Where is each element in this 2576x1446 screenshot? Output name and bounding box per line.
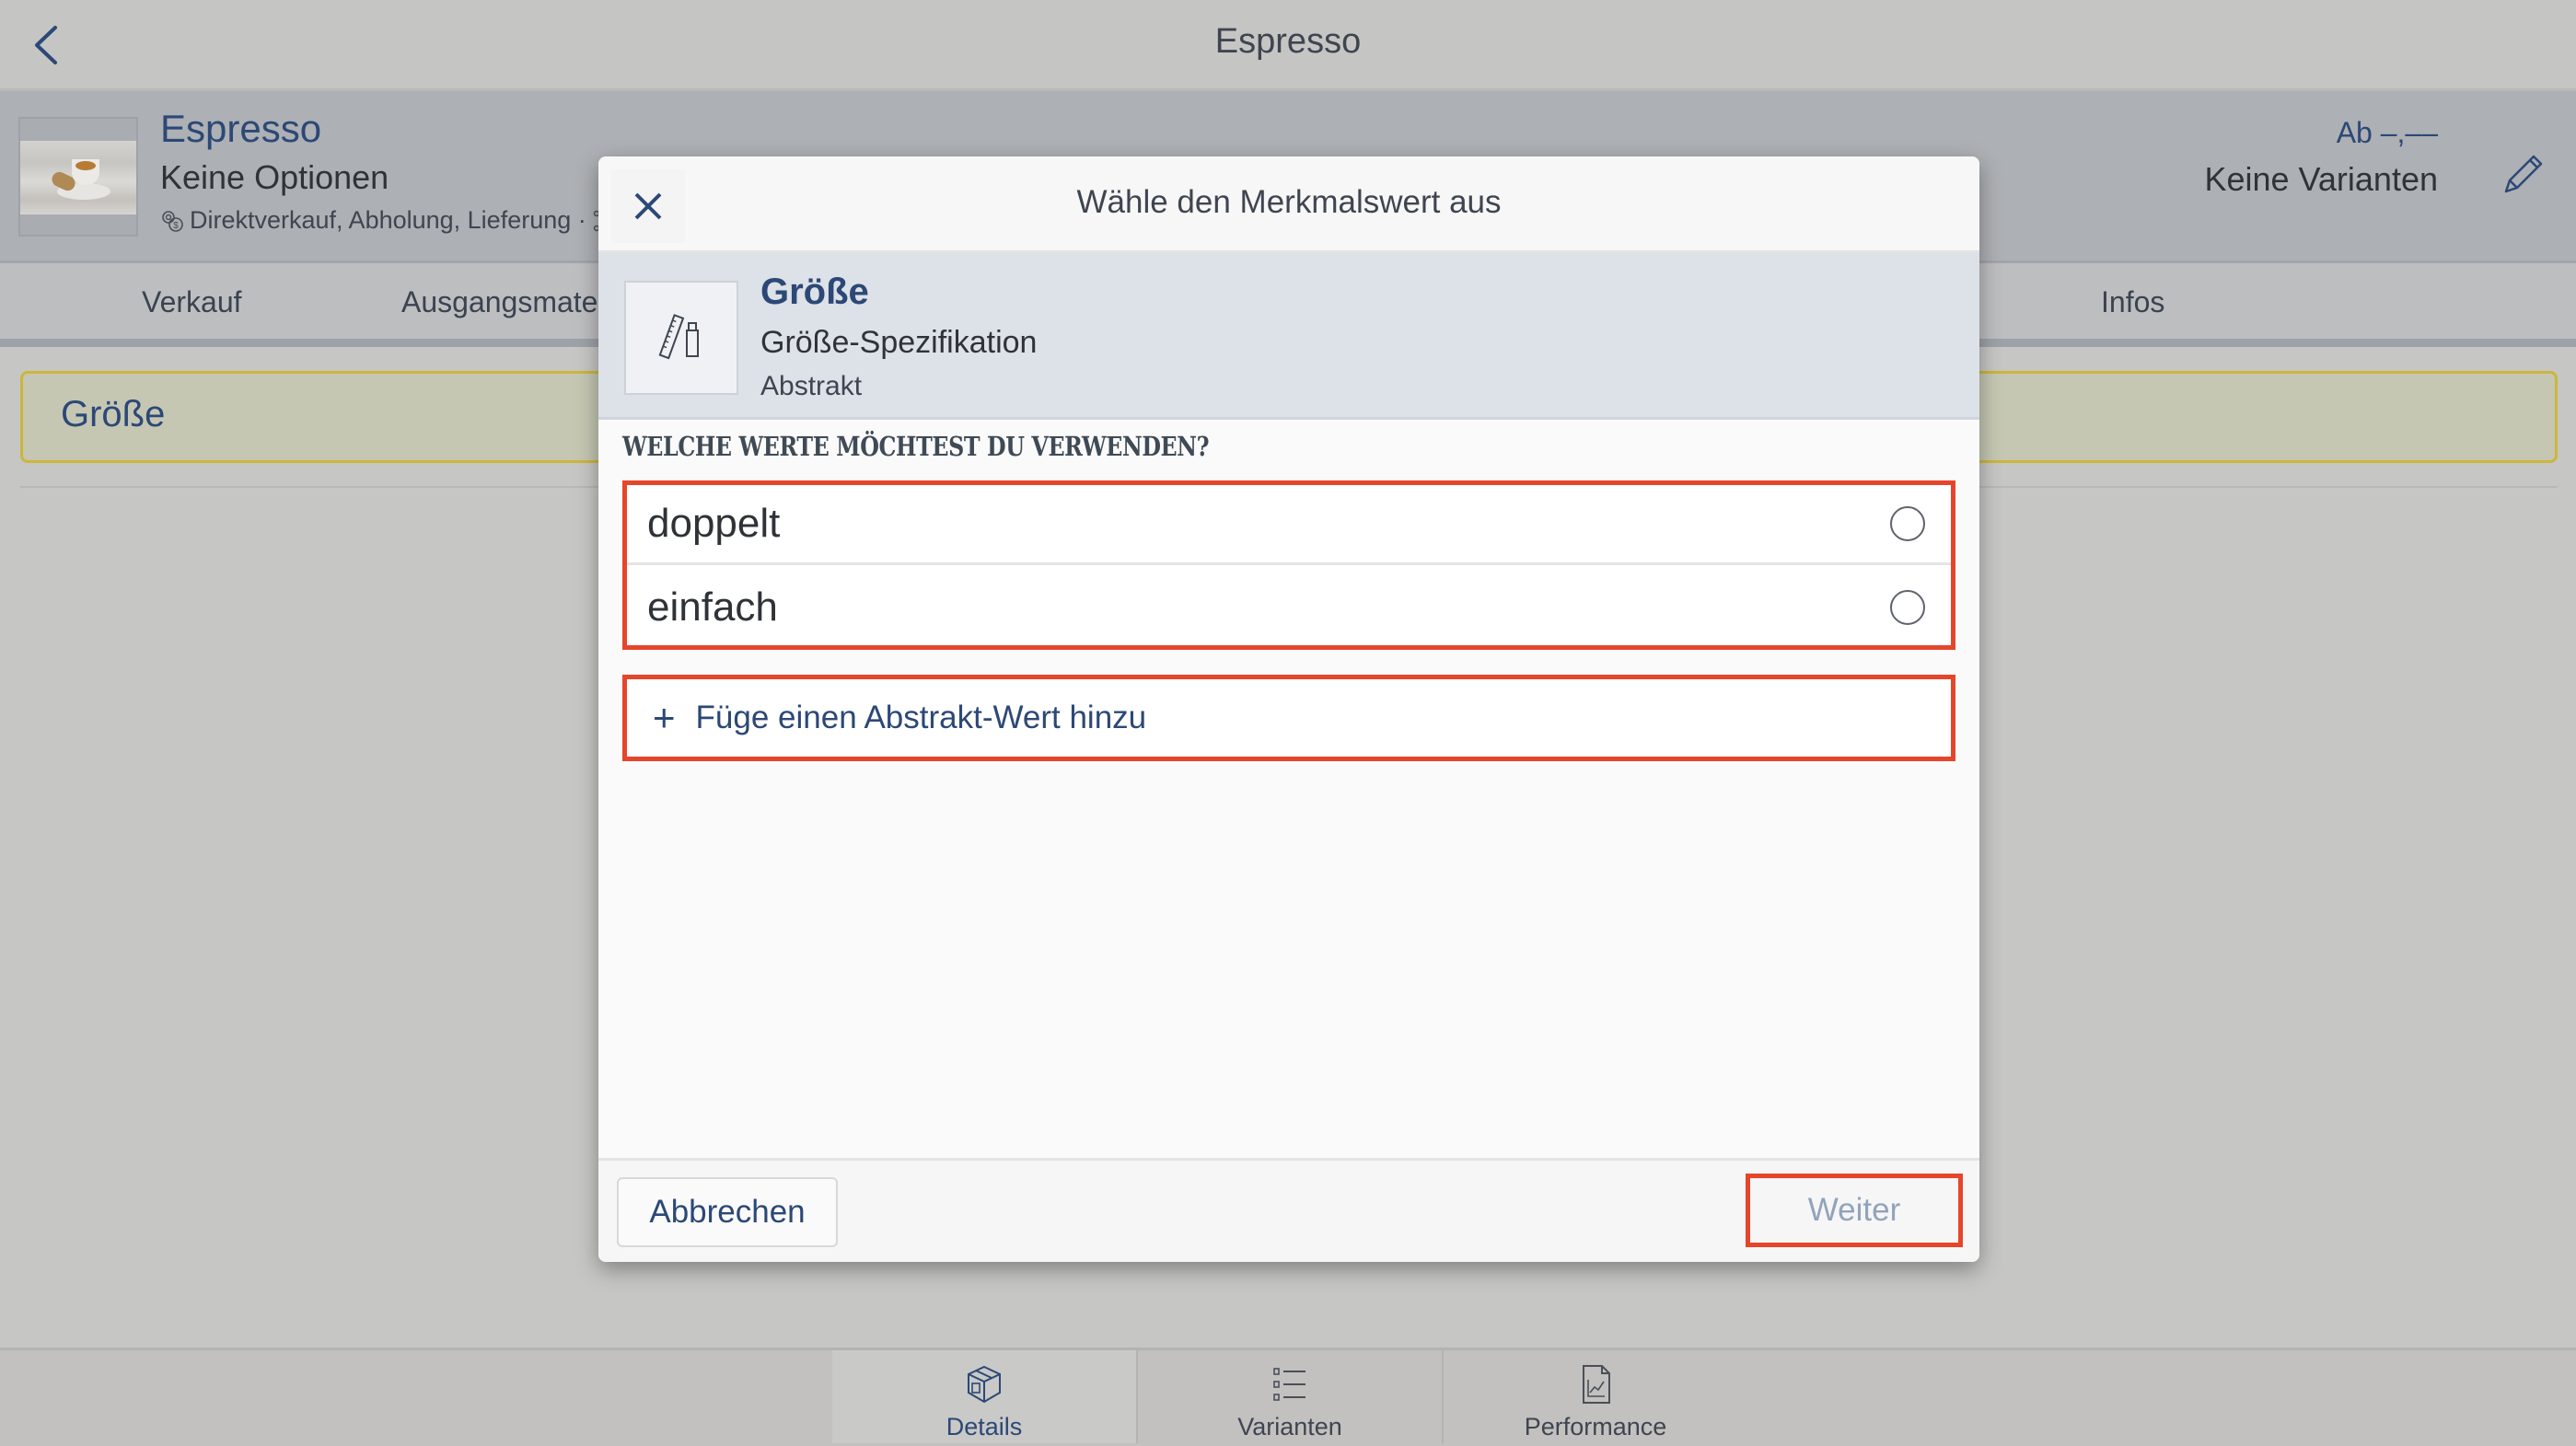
product-price: Ab –,––	[2336, 116, 2438, 149]
attribute-name: Größe	[760, 272, 869, 312]
dialog-footer: Abbrechen Weiter	[598, 1158, 1979, 1262]
sales-channel-gear-icon: $	[162, 210, 183, 232]
select-attribute-value-dialog: Wähle den Merkmalswert aus Größe Größe-S…	[598, 156, 1979, 1262]
product-name: Espresso	[160, 107, 322, 150]
radio-button[interactable]	[1890, 589, 1925, 625]
bottom-tab-varianten-label: Varianten	[1237, 1413, 1342, 1440]
add-abstract-value-button[interactable]: + Füge einen Abstrakt-Wert hinzu	[622, 675, 1955, 761]
channels-text: Direktverkauf, Abholung, Lieferung ·	[190, 206, 586, 234]
thumbnail-coffee	[75, 161, 96, 170]
cancel-button[interactable]: Abbrechen	[617, 1177, 838, 1247]
bottom-tab-varianten[interactable]: Varianten	[1138, 1350, 1442, 1443]
svg-text:$: $	[173, 221, 179, 231]
tab-infos[interactable]: Infos	[2101, 285, 2164, 319]
plus-icon: +	[653, 696, 676, 739]
value-options-list: doppelt einfach	[622, 480, 1955, 650]
add-abstract-value-label: Füge einen Abstrakt-Wert hinzu	[695, 700, 1147, 735]
tab-verkauf[interactable]: Verkauf	[142, 285, 242, 319]
list-icon	[1273, 1368, 1305, 1401]
value-option-label: einfach	[647, 584, 778, 630]
ruler-bottle-icon	[658, 314, 699, 360]
product-thumbnail[interactable]	[18, 117, 138, 237]
attribute-section-label: Größe	[61, 394, 166, 434]
close-icon	[634, 192, 662, 220]
value-option-einfach[interactable]: einfach	[627, 567, 1951, 647]
value-option-label: doppelt	[647, 501, 781, 546]
dialog-title: Wähle den Merkmalswert aus	[1076, 184, 1502, 220]
close-button[interactable]	[611, 169, 685, 243]
attribute-type: Abstrakt	[760, 371, 863, 401]
next-button[interactable]: Weiter	[1746, 1174, 1963, 1247]
bottom-tab-details-label: Details	[946, 1413, 1023, 1440]
edit-button[interactable]	[2495, 151, 2547, 202]
page-title: Espresso	[1214, 22, 1362, 61]
product-channels: $ Direktverkauf, Abholung, Lieferung ·	[160, 206, 616, 235]
product-variants: Keine Varianten	[2204, 160, 2438, 198]
values-question: WELCHE WERTE MÖCHTEST DU VERWENDEN?	[622, 431, 1210, 462]
radio-button[interactable]	[1890, 506, 1925, 541]
chart-document-icon	[1583, 1365, 1610, 1404]
pencil-icon	[2504, 155, 2543, 193]
product-options: Keine Optionen	[160, 158, 389, 196]
bottom-tab-details[interactable]: Details	[832, 1350, 1136, 1443]
box-icon	[968, 1365, 1001, 1404]
bottom-tab-performance-label: Performance	[1524, 1413, 1667, 1440]
attribute-icon-tile	[624, 281, 738, 395]
value-option-doppelt[interactable]: doppelt	[627, 485, 1951, 565]
attribute-spec: Größe-Spezifikation	[760, 325, 1038, 360]
bottom-tab-performance[interactable]: Performance	[1444, 1350, 1747, 1443]
